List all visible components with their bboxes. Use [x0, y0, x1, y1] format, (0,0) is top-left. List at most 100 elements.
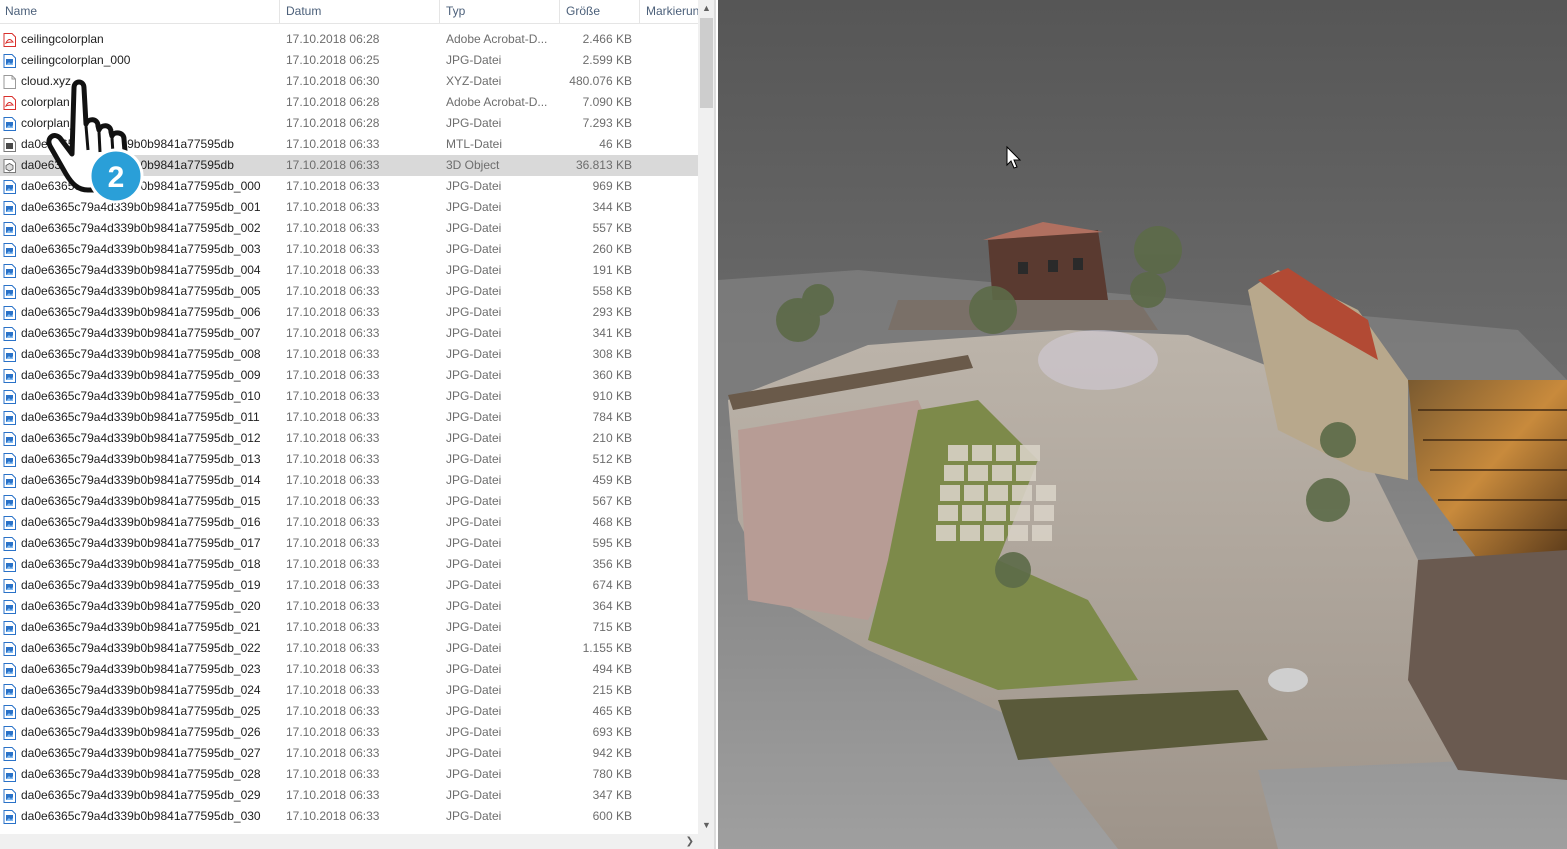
- scroll-down-icon[interactable]: ▼: [698, 817, 714, 834]
- file-row[interactable]: da0e6365c79a4d339b0b9841a77595db_010 17.1…: [0, 386, 698, 407]
- file-type: JPG-Datei: [446, 179, 502, 193]
- file-name: colorplan_000: [21, 116, 97, 130]
- file-type: 3D Object: [446, 158, 500, 172]
- file-row[interactable]: da0e6365c79a4d339b0b9841a77595db 17.10.20…: [0, 155, 698, 176]
- file-size: 969 KB: [592, 179, 632, 193]
- file-row[interactable]: da0e6365c79a4d339b0b9841a77595db_002 17.1…: [0, 218, 698, 239]
- file-date: 17.10.2018 06:33: [286, 452, 380, 466]
- file-row[interactable]: da0e6365c79a4d339b0b9841a77595db_005 17.1…: [0, 281, 698, 302]
- point-cloud-render[interactable]: [718, 0, 1567, 849]
- file-name: ceilingcolorplan: [21, 32, 104, 46]
- file-row[interactable]: da0e6365c79a4d339b0b9841a77595db_017 17.1…: [0, 533, 698, 554]
- file-row[interactable]: da0e6365c79a4d339b0b9841a77595db_014 17.1…: [0, 470, 698, 491]
- column-header-tags[interactable]: Markierun: [641, 0, 698, 24]
- file-row[interactable]: da0e6365c79a4d339b0b9841a77595db_023 17.1…: [0, 659, 698, 680]
- file-name: da0e6365c79a4d339b0b9841a77595db_011: [21, 410, 260, 424]
- file-row[interactable]: da0e6365c79a4d339b0b9841a77595db_011 17.1…: [0, 407, 698, 428]
- file-date: 17.10.2018 06:30: [286, 74, 380, 88]
- column-divider[interactable]: [439, 0, 440, 24]
- file-type: JPG-Datei: [446, 431, 502, 445]
- horizontal-scrollbar[interactable]: ❯: [0, 834, 698, 849]
- file-row[interactable]: ceilingcolorplan_000 17.10.2018 06:25 JPG-…: [0, 50, 698, 71]
- file-row[interactable]: da0e6365c79a4d339b0b9841a77595db_028 17.1…: [0, 764, 698, 785]
- file-type: JPG-Datei: [446, 704, 502, 718]
- file-row[interactable]: da0e6365c79a4d339b0b9841a77595db_022 17.1…: [0, 638, 698, 659]
- file-row[interactable]: da0e6365c79a4d339b0b9841a77595db_012 17.1…: [0, 428, 698, 449]
- file-row[interactable]: da0e6365c79a4d339b0b9841a77595db_030 17.1…: [0, 806, 698, 827]
- file-size: 674 KB: [592, 578, 632, 592]
- file-size: 360 KB: [592, 368, 632, 382]
- file-size: 364 KB: [592, 599, 632, 613]
- file-size: 494 KB: [592, 662, 632, 676]
- file-name: da0e6365c79a4d339b0b9841a77595db_001: [21, 200, 261, 214]
- file-list: ceilingcolorplan 17.10.2018 06:28 Adobe Ac…: [0, 29, 698, 834]
- file-row[interactable]: da0e6365c79a4d339b0b9841a77595db_009 17.1…: [0, 365, 698, 386]
- file-row[interactable]: da0e6365c79a4d339b0b9841a77595db 17.10.20…: [0, 134, 698, 155]
- file-row[interactable]: da0e6365c79a4d339b0b9841a77595db_018 17.1…: [0, 554, 698, 575]
- column-divider[interactable]: [559, 0, 560, 24]
- file-size: 7.090 KB: [582, 95, 632, 109]
- file-date: 17.10.2018 06:33: [286, 641, 380, 655]
- file-row[interactable]: da0e6365c79a4d339b0b9841a77595db_008 17.1…: [0, 344, 698, 365]
- file-date: 17.10.2018 06:33: [286, 557, 380, 571]
- file-name: da0e6365c79a4d339b0b9841a77595db_016: [21, 515, 261, 529]
- screen: Name ^ Datum Typ Größe Markierun ceiling…: [0, 0, 1567, 849]
- file-row[interactable]: da0e6365c79a4d339b0b9841a77595db_016 17.1…: [0, 512, 698, 533]
- file-name: da0e6365c79a4d339b0b9841a77595db_012: [21, 431, 261, 445]
- file-row[interactable]: da0e6365c79a4d339b0b9841a77595db_004 17.1…: [0, 260, 698, 281]
- scroll-up-icon[interactable]: ▲: [698, 0, 714, 17]
- file-row[interactable]: da0e6365c79a4d339b0b9841a77595db_013 17.1…: [0, 449, 698, 470]
- file-row[interactable]: da0e6365c79a4d339b0b9841a77595db_003 17.1…: [0, 239, 698, 260]
- file-row[interactable]: da0e6365c79a4d339b0b9841a77595db_025 17.1…: [0, 701, 698, 722]
- file-date: 17.10.2018 06:33: [286, 536, 380, 550]
- file-type: JPG-Datei: [446, 641, 502, 655]
- file-row[interactable]: da0e6365c79a4d339b0b9841a77595db_029 17.1…: [0, 785, 698, 806]
- file-row[interactable]: ceilingcolorplan 17.10.2018 06:28 Adobe Ac…: [0, 29, 698, 50]
- file-date: 17.10.2018 06:33: [286, 620, 380, 634]
- column-divider[interactable]: [279, 0, 280, 24]
- file-size: 595 KB: [592, 536, 632, 550]
- column-header-date[interactable]: Datum: [281, 0, 438, 24]
- file-size: 36.813 KB: [575, 158, 632, 172]
- file-row[interactable]: da0e6365c79a4d339b0b9841a77595db_020 17.1…: [0, 596, 698, 617]
- scrollbar-thumb[interactable]: [700, 18, 713, 108]
- file-type: JPG-Datei: [446, 263, 502, 277]
- column-divider[interactable]: [639, 0, 640, 24]
- file-type: Adobe Acrobat-D...: [446, 32, 548, 46]
- file-row[interactable]: da0e6365c79a4d339b0b9841a77595db_026 17.1…: [0, 722, 698, 743]
- file-type: JPG-Datei: [446, 389, 502, 403]
- file-row[interactable]: da0e6365c79a4d339b0b9841a77595db_019 17.1…: [0, 575, 698, 596]
- file-type: JPG-Datei: [446, 536, 502, 550]
- file-size: 512 KB: [592, 452, 632, 466]
- file-date: 17.10.2018 06:33: [286, 410, 380, 424]
- file-name: da0e6365c79a4d339b0b9841a77595db_017: [21, 536, 261, 550]
- file-date: 17.10.2018 06:33: [286, 746, 380, 760]
- file-row[interactable]: colorplan_000 17.10.2018 06:28 JPG-Datei 7.…: [0, 113, 698, 134]
- file-row[interactable]: da0e6365c79a4d339b0b9841a77595db_007 17.1…: [0, 323, 698, 344]
- file-name: da0e6365c79a4d339b0b9841a77595db_010: [21, 389, 261, 403]
- file-name: da0e6365c79a4d339b0b9841a77595db_028: [21, 767, 261, 781]
- file-row[interactable]: da0e6365c79a4d339b0b9841a77595db_015 17.1…: [0, 491, 698, 512]
- file-size: 459 KB: [592, 473, 632, 487]
- file-row[interactable]: da0e6365c79a4d339b0b9841a77595db_000 17.1…: [0, 176, 698, 197]
- file-name: da0e6365c79a4d339b0b9841a77595db_000: [21, 179, 261, 193]
- file-name: colorplan: [21, 95, 70, 109]
- file-date: 17.10.2018 06:25: [286, 53, 380, 67]
- column-header-name[interactable]: Name: [0, 0, 278, 24]
- file-size: 2.466 KB: [582, 32, 632, 46]
- file-date: 17.10.2018 06:33: [286, 326, 380, 340]
- vertical-scrollbar[interactable]: ▲ ▼: [698, 0, 714, 834]
- column-header-size[interactable]: Größe: [561, 0, 638, 24]
- file-row[interactable]: da0e6365c79a4d339b0b9841a77595db_001 17.1…: [0, 197, 698, 218]
- file-row[interactable]: cloud.xyz 17.10.2018 06:30 XYZ-Datei 480.07…: [0, 71, 698, 92]
- file-row[interactable]: da0e6365c79a4d339b0b9841a77595db_021 17.1…: [0, 617, 698, 638]
- file-type: JPG-Datei: [446, 452, 502, 466]
- column-header-type[interactable]: Typ: [441, 0, 558, 24]
- file-row[interactable]: colorplan 17.10.2018 06:28 Adobe Acrobat-D…: [0, 92, 698, 113]
- file-size: 344 KB: [592, 200, 632, 214]
- scroll-right-icon[interactable]: ❯: [686, 834, 694, 849]
- file-row[interactable]: da0e6365c79a4d339b0b9841a77595db_027 17.1…: [0, 743, 698, 764]
- file-row[interactable]: da0e6365c79a4d339b0b9841a77595db_024 17.1…: [0, 680, 698, 701]
- 3d-viewer[interactable]: [718, 0, 1567, 849]
- file-row[interactable]: da0e6365c79a4d339b0b9841a77595db_006 17.1…: [0, 302, 698, 323]
